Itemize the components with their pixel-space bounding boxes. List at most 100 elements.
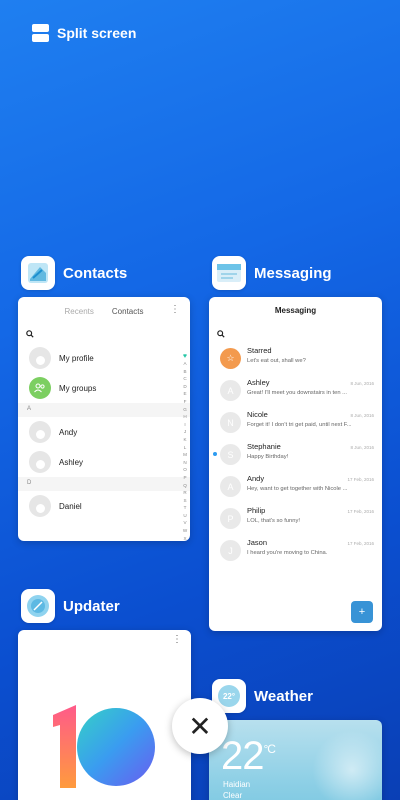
weather-card[interactable]: 22°C Haidian Clear [209, 720, 382, 800]
thread-row[interactable]: ☆ Starred Let's eat out, shall we? [209, 343, 382, 375]
search-bar[interactable] [217, 327, 374, 341]
group-icon [29, 377, 51, 399]
messaging-app-icon [212, 256, 246, 290]
thread-row[interactable]: A Andy Hey, want to get together with Nico… [209, 471, 382, 503]
alphabet-letter[interactable]: L [182, 444, 188, 452]
contact-avatar: P [220, 508, 241, 529]
list-item[interactable]: Daniel [18, 491, 190, 521]
app-header-contacts[interactable]: Contacts [21, 256, 127, 290]
alphabet-letter[interactable]: E [182, 390, 188, 398]
alphabet-letter[interactable]: T [182, 504, 188, 512]
alphabet-letter[interactable]: D [182, 383, 188, 391]
alphabet-letter[interactable]: U [182, 512, 188, 520]
thread-snippet: Let's eat out, shall we? [247, 358, 306, 364]
thread-row[interactable]: N Nicole Forget it! I don't tri get paid, … [209, 407, 382, 439]
city-name: Haidian [223, 780, 251, 789]
alphabet-letter[interactable]: V [182, 519, 188, 527]
favorites-heart-icon[interactable]: ♥ [182, 353, 188, 360]
app-header-updater[interactable]: Updater [21, 589, 120, 623]
alphabet-letter[interactable]: I [182, 421, 188, 429]
contacts-card[interactable]: Recents Contacts ⋮ My profile My groups … [18, 297, 190, 541]
thread-list: ☆ Starred Let's eat out, shall we? A Ashley G… [209, 343, 382, 567]
star-icon: ☆ [220, 348, 241, 369]
app-header-weather[interactable]: 22° Weather [212, 679, 313, 713]
search-bar[interactable] [26, 325, 182, 343]
thread-snippet: I heard you're moving to China. [247, 550, 328, 556]
person-icon [29, 451, 51, 473]
unread-dot [213, 452, 217, 456]
split-screen-button[interactable]: Split screen [32, 24, 136, 42]
alphabet-letter[interactable]: N [182, 459, 188, 467]
thread-row[interactable]: J Jason I heard you're moving to China. 17 … [209, 535, 382, 567]
alphabet-letter[interactable]: C [182, 375, 188, 383]
alphabet-letter[interactable]: K [182, 436, 188, 444]
thread-row[interactable]: P Philip LOL, that's so funny! 17 Feb, 2016 [209, 503, 382, 535]
alphabet-letter[interactable]: S [182, 497, 188, 505]
thread-date: 8 Jun, 2016 [350, 381, 374, 386]
app-name-updater: Updater [63, 597, 120, 615]
thread-snippet: Forget it! I don't tri get paid, until n… [247, 422, 352, 428]
alphabet-letter[interactable]: Q [182, 482, 188, 490]
thread-snippet: Happy Birthday! [247, 454, 289, 460]
more-options-icon[interactable]: ⋮ [170, 304, 180, 315]
alphabet-letter[interactable]: R [182, 489, 188, 497]
alphabet-letter[interactable]: P [182, 474, 188, 482]
close-icon: ✕ [188, 710, 212, 742]
temperature-unit: °C [263, 742, 277, 756]
weather-condition: Clear [223, 791, 243, 800]
contact-avatar: A [220, 380, 241, 401]
split-screen-label: Split screen [57, 25, 137, 41]
new-message-button[interactable]: + [351, 601, 373, 623]
my-profile-label: My profile [59, 353, 94, 363]
search-icon [26, 330, 34, 338]
app-name-weather: Weather [254, 687, 313, 705]
app-header-messaging[interactable]: Messaging [212, 256, 332, 290]
messaging-card[interactable]: Messaging ☆ Starred Let's eat out, shall w… [209, 297, 382, 631]
thread-date: 8 Jun, 2016 [350, 413, 374, 418]
section-header-d: D [18, 477, 190, 491]
my-groups-label: My groups [59, 383, 97, 393]
sun-glow [312, 730, 382, 800]
thread-date: 17 Feb, 2016 [347, 509, 374, 514]
tab-contacts[interactable]: Contacts [112, 307, 144, 325]
svg-text:22°: 22° [223, 692, 235, 701]
app-name-contacts: Contacts [63, 264, 128, 282]
tab-recents[interactable]: Recents [65, 307, 94, 325]
alphabet-letter[interactable]: M [182, 451, 188, 459]
alphabet-letter[interactable]: F [182, 398, 188, 406]
alphabet-index[interactable]: ♥ABCDEFGHIJKLMNOPQRSTUVWXYZ# [182, 353, 188, 541]
contact-avatar: S [220, 444, 241, 465]
close-all-button[interactable]: ✕ [172, 698, 228, 754]
temperature-value: 22 [221, 734, 264, 778]
alphabet-letter[interactable]: G [182, 406, 188, 414]
list-item[interactable]: Ashley [18, 447, 190, 477]
alphabet-letter[interactable]: A [182, 360, 188, 368]
thread-snippet: Great! I'll meet you downstairs in ten .… [247, 390, 348, 396]
thread-row[interactable]: A Ashley Great! I'll meet you downstairs i… [209, 375, 382, 407]
list-item[interactable]: Andy [18, 417, 190, 447]
contact-avatar: A [220, 476, 241, 497]
list-item-my-profile[interactable]: My profile [18, 343, 190, 373]
list-item-my-groups[interactable]: My groups [18, 373, 190, 403]
alphabet-letter[interactable]: B [182, 368, 188, 376]
alphabet-letter[interactable]: X [182, 535, 188, 541]
miui-10-logo [53, 705, 155, 788]
contacts-app-icon [21, 256, 55, 290]
updater-card[interactable]: ⋮ [18, 630, 191, 800]
more-options-icon[interactable]: ⋮ [172, 634, 182, 645]
alphabet-letter[interactable]: H [182, 413, 188, 421]
alphabet-letter[interactable]: J [182, 428, 188, 436]
section-header-a: A [18, 403, 190, 417]
app-name-messaging: Messaging [254, 264, 332, 282]
person-icon [29, 421, 51, 443]
contact-name: Andy [59, 427, 78, 437]
thread-snippet: LOL, that's so funny! [247, 518, 300, 524]
alphabet-letter[interactable]: O [182, 466, 188, 474]
alphabet-letter[interactable]: W [182, 527, 188, 535]
updater-app-icon [21, 589, 55, 623]
contact-avatar: J [220, 540, 241, 561]
person-icon [29, 347, 51, 369]
thread-row[interactable]: S Stephanie Happy Birthday! 8 Jun, 2016 [209, 439, 382, 471]
person-icon [29, 495, 51, 517]
thread-snippet: Hey, want to get together with Nicole ..… [247, 486, 348, 492]
